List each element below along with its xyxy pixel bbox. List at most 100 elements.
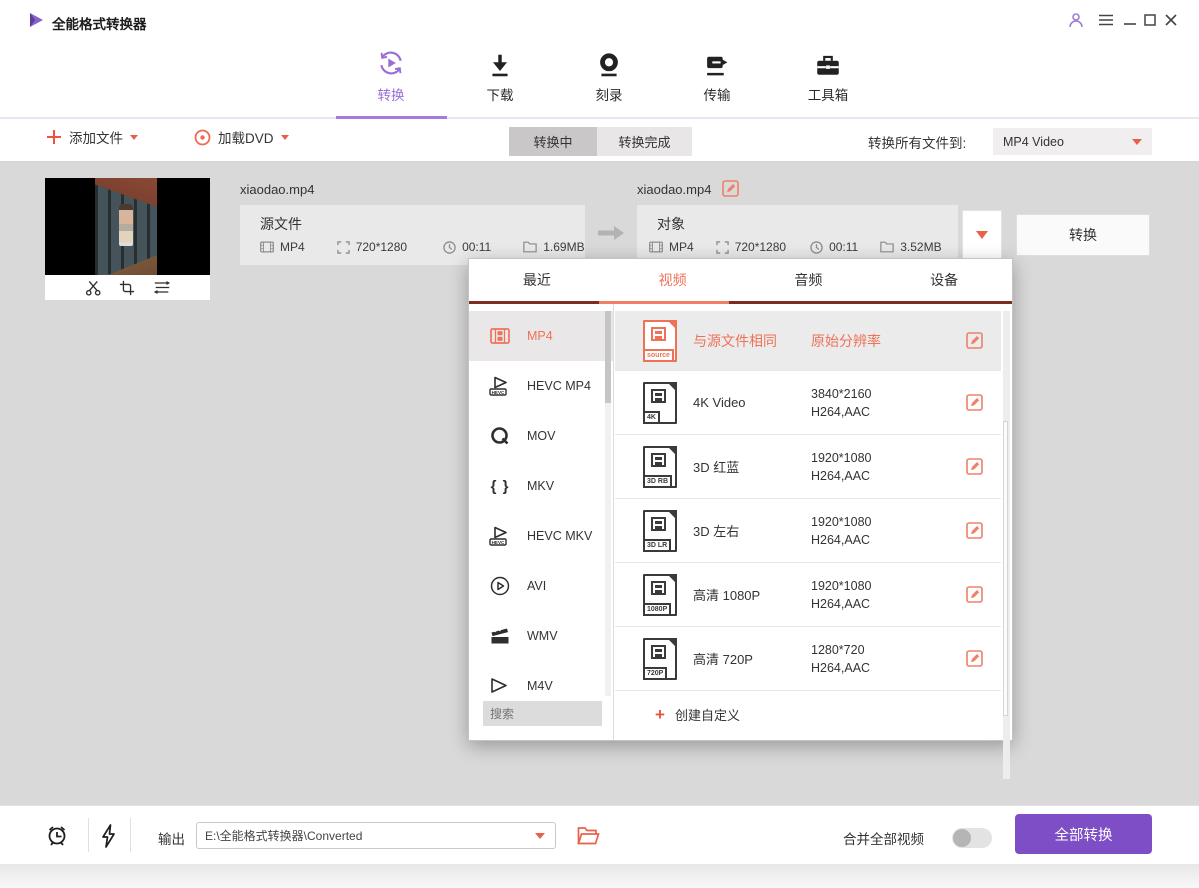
resolution-icon [716, 241, 729, 254]
format-item-mkv[interactable]: { } MKV [469, 461, 613, 511]
preset-row-4k[interactable]: 4K 4K Video 3840*2160H264,AAC [615, 371, 1001, 435]
target-format-dropdown-button[interactable] [962, 210, 1002, 259]
format-list: MP4 HEVC HEVC MP4 MOV { } MKV [469, 311, 613, 698]
format-label: HEVC MKV [527, 529, 592, 543]
tab-finished-label: 转换完成 [618, 132, 670, 151]
open-folder-icon[interactable] [577, 826, 600, 845]
maximize-icon[interactable] [1140, 11, 1160, 29]
output-format-dropdown[interactable]: MP4 Video [993, 128, 1152, 155]
format-label: MOV [527, 429, 555, 443]
crop-icon[interactable] [119, 280, 135, 296]
film-icon [487, 328, 513, 344]
film-icon [260, 241, 274, 253]
rename-edit-icon[interactable] [722, 180, 739, 197]
scrollbar-thumb[interactable] [1003, 421, 1008, 716]
scrollbar-thumb[interactable] [605, 311, 611, 403]
preset-row-source[interactable]: source 与源文件相同 原始分辨率 [615, 311, 1001, 371]
active-tab-underline [336, 116, 447, 119]
target-resolution: 720*1280 [716, 240, 786, 254]
output-path-input[interactable] [197, 829, 535, 843]
format-item-mp4[interactable]: MP4 [469, 311, 613, 361]
format-item-hevc-mkv[interactable]: HEVC HEVC MKV [469, 511, 613, 561]
target-panel-title: 对象 [657, 214, 685, 234]
preset-title: 3D 红蓝 [693, 457, 811, 476]
close-icon[interactable] [1161, 11, 1181, 29]
create-custom-button[interactable]: + 创建自定义 [655, 705, 740, 724]
preset-codec: H264,AAC [811, 661, 939, 675]
preset-title: 高清 1080P [693, 585, 811, 604]
format-list-panel: MP4 HEVC HEVC MP4 MOV { } MKV [469, 304, 614, 740]
format-label: AVI [527, 579, 546, 593]
nav-label: 下载 [487, 84, 514, 104]
preset-edit-icon[interactable] [966, 522, 983, 539]
menu-icon[interactable] [1096, 11, 1116, 29]
format-item-avi[interactable]: AVI [469, 561, 613, 611]
schedule-clock-icon[interactable] [45, 823, 69, 848]
effects-adjust-icon[interactable] [153, 280, 171, 295]
convert-all-button[interactable]: 全部转换 [1015, 814, 1152, 854]
format-label: MP4 [527, 329, 553, 343]
target-size: 3.52MB [880, 240, 941, 254]
output-path-field[interactable] [196, 822, 556, 849]
popup-tab-audio[interactable]: 音频 [741, 259, 877, 301]
preset-edit-icon[interactable] [966, 586, 983, 603]
nav-tab-transfer[interactable]: 传输 [662, 44, 772, 114]
nav-tab-toolbox[interactable]: 工具箱 [773, 44, 883, 114]
preset-codec: H264,AAC [811, 405, 939, 419]
format-item-m4v[interactable]: M4V [469, 661, 613, 698]
titlebar: 全能格式转换器 [0, 0, 1199, 40]
preset-1080p-icon: 1080P [643, 574, 677, 616]
preset-row-720p[interactable]: 720P 高清 720P 1280*720H264,AAC [615, 627, 1001, 691]
load-dvd-button[interactable]: 加载DVD [194, 127, 289, 147]
popup-tab-device[interactable]: 设备 [876, 259, 1012, 301]
tab-converting-label: 转换中 [533, 132, 572, 151]
plus-icon [46, 129, 62, 145]
preset-row-1080p[interactable]: 1080P 高清 1080P 1920*1080H264,AAC [615, 563, 1001, 627]
preset-row-3d-rb[interactable]: 3D RB 3D 红蓝 1920*1080H264,AAC [615, 435, 1001, 499]
hardware-acceleration-icon[interactable] [100, 824, 117, 848]
preset-scrollbar[interactable] [1003, 311, 1010, 779]
format-item-mov[interactable]: MOV [469, 411, 613, 461]
svg-text:HEVC: HEVC [492, 390, 505, 395]
convert-button[interactable]: 转换 [1016, 214, 1150, 256]
tab-finished[interactable]: 转换完成 [597, 127, 692, 156]
format-item-hevc-mp4[interactable]: HEVC HEVC MP4 [469, 361, 613, 411]
preset-source-icon: source [643, 320, 677, 362]
merge-videos-label: 合并全部视频 [843, 828, 924, 848]
resolution-icon [337, 241, 350, 254]
minimize-icon[interactable] [1120, 11, 1140, 29]
preset-title: 3D 左右 [693, 521, 811, 540]
folder-icon [523, 241, 537, 253]
tab-converting[interactable]: 转换中 [509, 127, 597, 156]
preset-edit-icon[interactable] [966, 458, 983, 475]
clock-icon [810, 241, 823, 254]
preset-row-3d-lr[interactable]: 3D LR 3D 左右 1920*1080H264,AAC [615, 499, 1001, 563]
trim-scissors-icon[interactable] [85, 280, 101, 296]
nav-tab-convert[interactable]: 转换 [336, 44, 446, 114]
nav-tab-burn[interactable]: 刻录 [554, 44, 664, 114]
user-icon[interactable] [1066, 11, 1086, 29]
chevron-down-icon [535, 833, 545, 839]
nav-tab-download[interactable]: 下载 [445, 44, 555, 114]
preset-edit-icon[interactable] [966, 394, 983, 411]
merge-videos-toggle[interactable] [952, 828, 992, 848]
preset-title: 4K Video [693, 395, 811, 410]
divider [88, 818, 89, 852]
popup-tab-video[interactable]: 视频 [605, 259, 741, 301]
target-info-panel: 对象 MP4 720*1280 00:11 3.52MB [637, 205, 958, 265]
format-search-input[interactable] [483, 701, 602, 726]
format-list-scrollbar[interactable] [605, 311, 611, 696]
preset-edit-icon[interactable] [966, 650, 983, 667]
preset-3d-lr-icon: 3D LR [643, 510, 677, 552]
preset-title: 高清 720P [693, 649, 811, 668]
source-file-name: xiaodao.mp4 [240, 182, 314, 197]
popup-tab-recent[interactable]: 最近 [469, 259, 605, 301]
app-window: 全能格式转换器 转换 [0, 0, 1199, 888]
main-nav: 转换 下载 刻录 传输 工具箱 [0, 40, 1199, 119]
preset-edit-icon[interactable] [966, 332, 983, 349]
convert-button-label: 转换 [1069, 225, 1097, 245]
format-item-wmv[interactable]: WMV [469, 611, 613, 661]
add-files-button[interactable]: 添加文件 [46, 127, 138, 147]
nav-label: 转换 [378, 84, 405, 104]
convert-all-label: 全部转换 [1055, 824, 1113, 845]
